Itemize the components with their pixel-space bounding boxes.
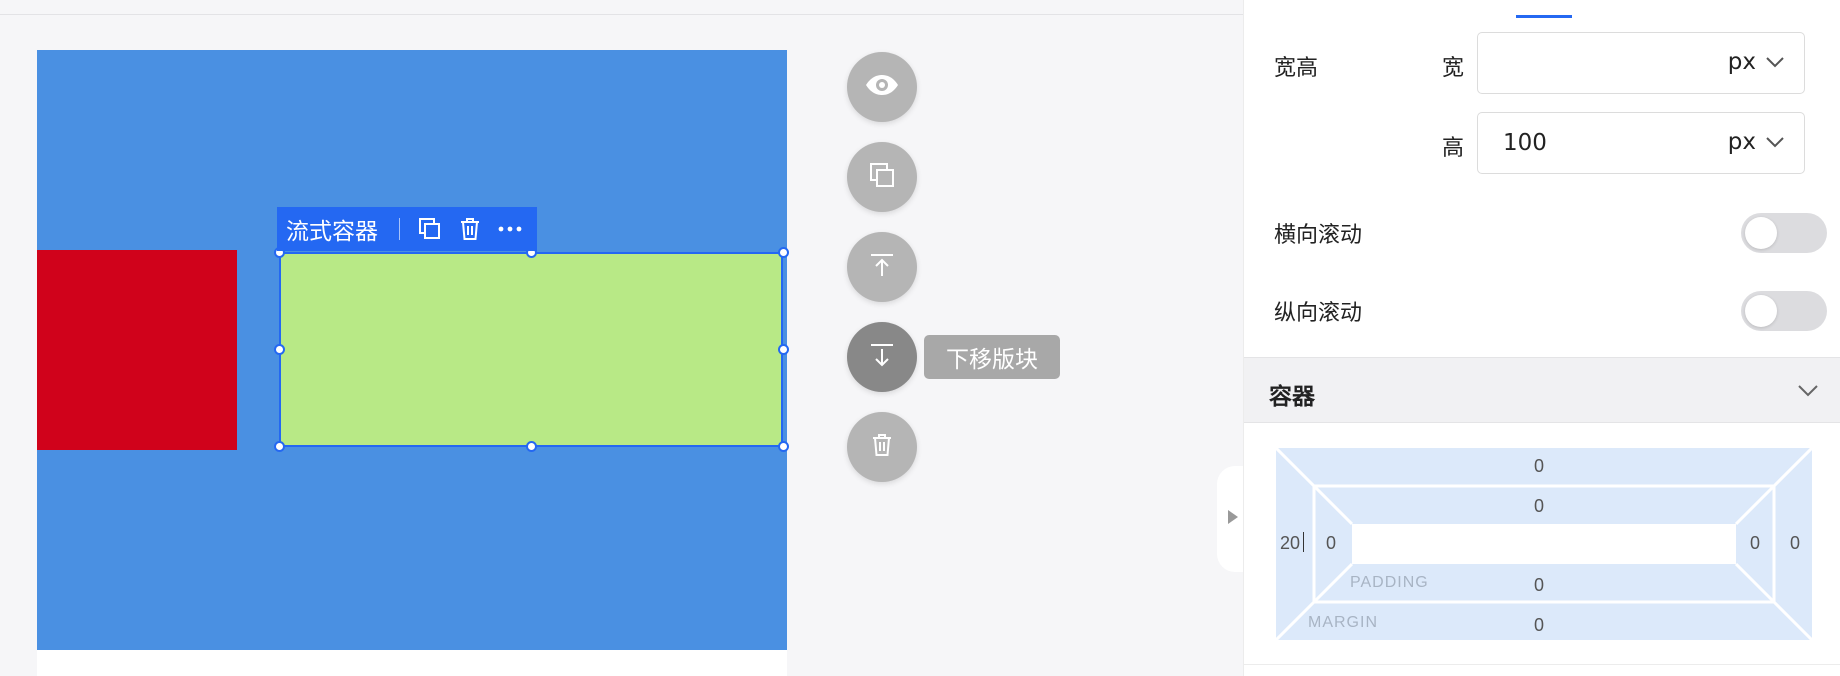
resize-handle-bottom[interactable] <box>526 441 537 452</box>
box-model-editor: 0 0 20 0 0 0 PADDING 0 MARGIN 0 <box>1274 446 1814 642</box>
toolbar-separator <box>399 218 400 240</box>
vertical-scroll-label: 纵向滚动 <box>1274 301 1363 326</box>
resize-handle-right[interactable] <box>778 344 789 355</box>
selection-title: 流式容器 <box>286 219 378 245</box>
copy-icon <box>868 161 896 193</box>
move-block-up-button[interactable] <box>847 232 917 302</box>
resize-handle-top-right[interactable] <box>778 247 789 258</box>
active-tab-indicator <box>1516 15 1572 18</box>
move-down-icon <box>868 341 896 373</box>
container-section-header[interactable]: 容器 <box>1244 357 1840 423</box>
trash-icon[interactable] <box>450 207 490 251</box>
padding-right-value[interactable]: 0 <box>1750 533 1760 554</box>
resize-handle-left[interactable] <box>274 344 285 355</box>
height-input[interactable]: 100 px <box>1477 112 1805 174</box>
width-input[interactable]: px <box>1477 32 1805 94</box>
toggle-knob <box>1745 217 1777 249</box>
text-caret <box>1303 532 1304 552</box>
eye-icon <box>865 74 899 100</box>
panel-bottom-divider <box>1244 664 1840 665</box>
move-block-down-button[interactable] <box>847 322 917 392</box>
caret-right-icon <box>1227 509 1239 529</box>
width-unit-select[interactable]: px <box>1728 49 1756 75</box>
toggle-knob <box>1745 295 1777 327</box>
margin-right-value[interactable]: 0 <box>1790 533 1800 554</box>
size-label: 宽高 <box>1274 56 1319 81</box>
height-value: 100 <box>1503 130 1547 156</box>
copy-icon[interactable] <box>410 207 450 251</box>
preview-button[interactable] <box>847 52 917 122</box>
vertical-scroll-toggle[interactable] <box>1741 291 1827 331</box>
move-down-tooltip: 下移版块 <box>924 335 1060 379</box>
move-up-icon <box>868 251 896 283</box>
padding-caption: PADDING <box>1350 574 1429 591</box>
duplicate-block-button[interactable] <box>847 142 917 212</box>
section-title: 容器 <box>1269 384 1315 410</box>
height-unit-select[interactable]: px <box>1728 129 1756 155</box>
margin-bottom-value[interactable]: 0 <box>1534 615 1544 636</box>
margin-left-input[interactable]: 20 <box>1280 533 1300 554</box>
width-label: 宽 <box>1442 56 1465 81</box>
more-icon[interactable] <box>490 207 530 251</box>
height-label: 高 <box>1442 136 1465 161</box>
top-divider <box>0 14 1243 15</box>
margin-caption: MARGIN <box>1308 614 1378 631</box>
delete-block-button[interactable] <box>847 412 917 482</box>
padding-top-value[interactable]: 0 <box>1534 496 1544 517</box>
padding-left-value[interactable]: 0 <box>1326 533 1336 554</box>
chevron-down-icon[interactable] <box>1766 53 1784 72</box>
trash-icon <box>870 432 894 462</box>
resize-handle-bottom-left[interactable] <box>274 441 285 452</box>
chevron-down-icon[interactable] <box>1798 382 1818 401</box>
selection-toolbar: 流式容器 <box>277 207 537 251</box>
horizontal-scroll-toggle[interactable] <box>1741 213 1827 253</box>
horizontal-scroll-label: 横向滚动 <box>1274 223 1363 248</box>
selected-flow-container[interactable] <box>279 252 783 447</box>
padding-bottom-value[interactable]: 0 <box>1534 575 1544 596</box>
red-block[interactable] <box>37 250 237 450</box>
resize-handle-bottom-right[interactable] <box>778 441 789 452</box>
margin-top-value[interactable]: 0 <box>1534 456 1544 477</box>
chevron-down-icon[interactable] <box>1766 133 1784 152</box>
